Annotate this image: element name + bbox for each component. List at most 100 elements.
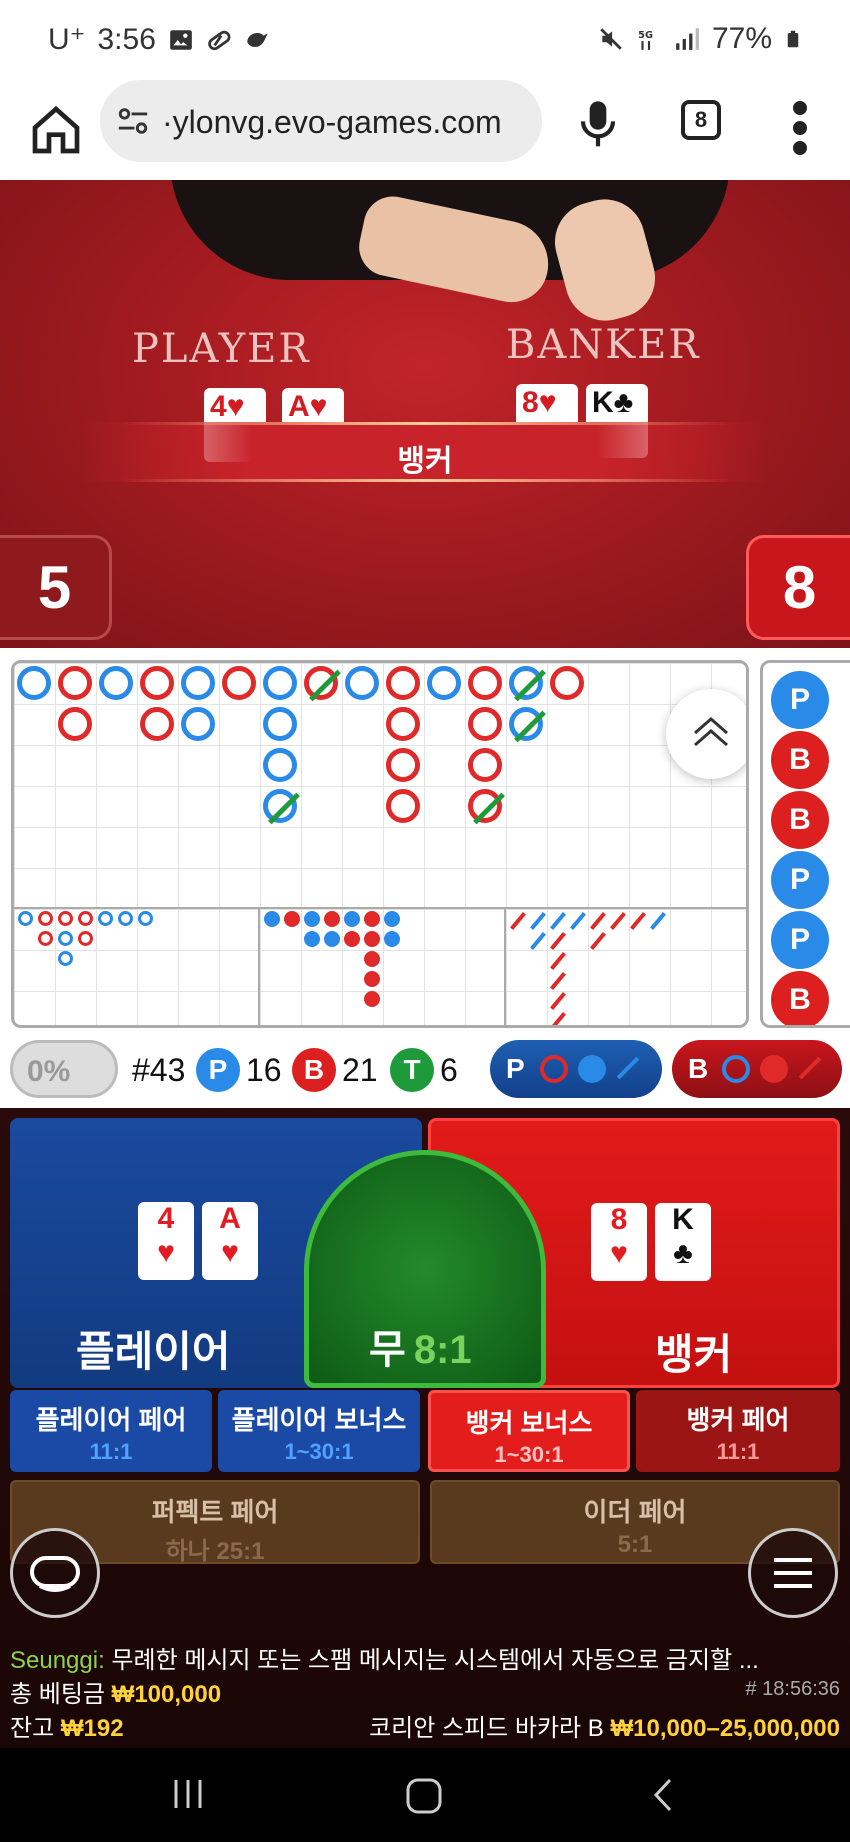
road-mark — [344, 911, 360, 927]
big-road[interactable] — [11, 660, 749, 1028]
player-predict-button[interactable]: P — [490, 1040, 662, 1098]
road-mark — [58, 931, 73, 946]
player-pair-bet[interactable]: 플레이어 페어 11:1 — [10, 1390, 212, 1472]
roadmap-area: P B B P P B 0% #43 P 16 B 21 T 6 P B — [0, 648, 850, 1108]
game-stats: 0% #43 P 16 B 21 T 6 P B — [0, 1040, 850, 1104]
road-mark — [386, 748, 420, 782]
clock: 3:56 — [97, 22, 156, 56]
road-mark — [140, 707, 174, 741]
banker-predict-button[interactable]: B — [672, 1040, 842, 1098]
road-mark — [530, 932, 546, 950]
road-mark — [118, 911, 133, 926]
tie-bet-spot[interactable]: 무 8:1 — [304, 1150, 546, 1388]
pill-icon — [208, 30, 231, 50]
road-mark — [468, 666, 502, 700]
banker-score: 8 — [746, 535, 850, 640]
road-mark — [18, 911, 33, 926]
battery-icon — [787, 30, 799, 48]
road-mark — [590, 932, 606, 950]
road-mark — [181, 666, 215, 700]
road-mark — [140, 666, 174, 700]
road-mark — [550, 952, 566, 970]
road-mark — [181, 707, 215, 741]
chat-bubble-icon — [30, 1556, 80, 1592]
url-text[interactable]: ·ylonvg.evo-games.com — [162, 104, 532, 141]
road-mark — [550, 932, 566, 950]
road-mark — [468, 789, 505, 825]
road-mark — [650, 912, 666, 930]
tie-count-badge: T — [390, 1048, 434, 1092]
road-mark — [284, 911, 300, 927]
tie-count: 6 — [440, 1052, 458, 1088]
banker-bonus-bet[interactable]: 뱅커 보너스 1~30:1 — [428, 1390, 630, 1472]
road-mark — [263, 707, 297, 741]
road-mark — [550, 992, 566, 1010]
banker-pair-bet[interactable]: 뱅커 페어 11:1 — [636, 1390, 840, 1472]
road-mark — [550, 912, 566, 930]
road-mark — [364, 951, 380, 967]
road-mark — [324, 931, 340, 947]
address-bar[interactable]: ·ylonvg.evo-games.com — [100, 80, 542, 162]
road-mark — [222, 666, 256, 700]
tab-switcher-button[interactable]: 8 — [681, 100, 721, 140]
road-mark — [263, 789, 300, 825]
result-banner: 뱅커 — [80, 422, 770, 482]
chat-message: Seunggi: 무례한 메시지 또는 스팸 메시지는 시스템에서 자동으로 금… — [10, 1640, 759, 1675]
road-mark — [386, 666, 420, 700]
road-mark — [550, 666, 584, 700]
bead-item: B — [771, 791, 829, 849]
road-mark — [17, 666, 51, 700]
banker-bet-label: 뱅커 — [655, 1331, 733, 1378]
home-icon[interactable] — [28, 102, 84, 158]
bead-item: P — [771, 671, 829, 729]
site-settings-icon[interactable] — [116, 104, 150, 138]
home-nav-icon[interactable] — [404, 1776, 444, 1816]
player-bonus-bet[interactable]: 플레이어 보너스 1~30:1 — [218, 1390, 420, 1472]
table-banker-word: BANKER — [506, 322, 701, 368]
microphone-icon[interactable] — [578, 98, 618, 148]
bead-item: B — [771, 731, 829, 789]
road-mark — [78, 911, 93, 926]
banker-count: 21 — [342, 1052, 378, 1088]
balance: 잔고 ₩192 — [10, 1715, 124, 1742]
road-mark — [138, 911, 153, 926]
player-bet-label: 플레이어 — [76, 1328, 231, 1375]
road-mark — [384, 931, 400, 947]
road-mark — [550, 972, 566, 990]
road-mark — [590, 912, 606, 930]
road-mark — [58, 707, 92, 741]
collapse-roadmap-button[interactable] — [666, 689, 746, 779]
player-card: 4 ♥ — [138, 1202, 194, 1280]
road-mark — [99, 666, 133, 700]
win-percent-toggle[interactable]: 0% — [10, 1040, 118, 1098]
road-mark — [364, 931, 380, 947]
road-mark — [344, 931, 360, 947]
mute-icon — [600, 28, 622, 50]
road-mark — [530, 912, 546, 930]
road-mark — [58, 951, 73, 966]
road-mark — [510, 912, 526, 930]
bead-road[interactable]: P B B P P B — [760, 660, 850, 1028]
game-menu-button[interactable] — [748, 1528, 838, 1618]
recent-apps-icon[interactable] — [170, 1776, 206, 1812]
overflow-menu-icon[interactable] — [790, 98, 810, 158]
system-nav-bar — [0, 1748, 850, 1842]
back-icon[interactable] — [648, 1776, 678, 1814]
road-mark — [364, 911, 380, 927]
road-mark — [427, 666, 461, 700]
signal-icon — [676, 28, 699, 50]
road-mark — [386, 707, 420, 741]
bead-item: P — [771, 911, 829, 969]
road-mark — [468, 748, 502, 782]
double-chevron-up-icon — [694, 717, 728, 747]
road-mark — [58, 911, 73, 926]
road-mark — [509, 707, 546, 743]
chat-button[interactable] — [10, 1528, 100, 1618]
player-score: 5 — [0, 535, 112, 640]
banker-card: K ♣ — [655, 1203, 711, 1281]
road-mark — [263, 748, 297, 782]
hamburger-icon — [774, 1558, 812, 1588]
road-mark — [364, 971, 380, 987]
banker-card: 8 ♥ — [591, 1203, 647, 1281]
table-info: 코리안 스피드 바카라 B ₩10,000–25,000,000 — [369, 1715, 840, 1742]
